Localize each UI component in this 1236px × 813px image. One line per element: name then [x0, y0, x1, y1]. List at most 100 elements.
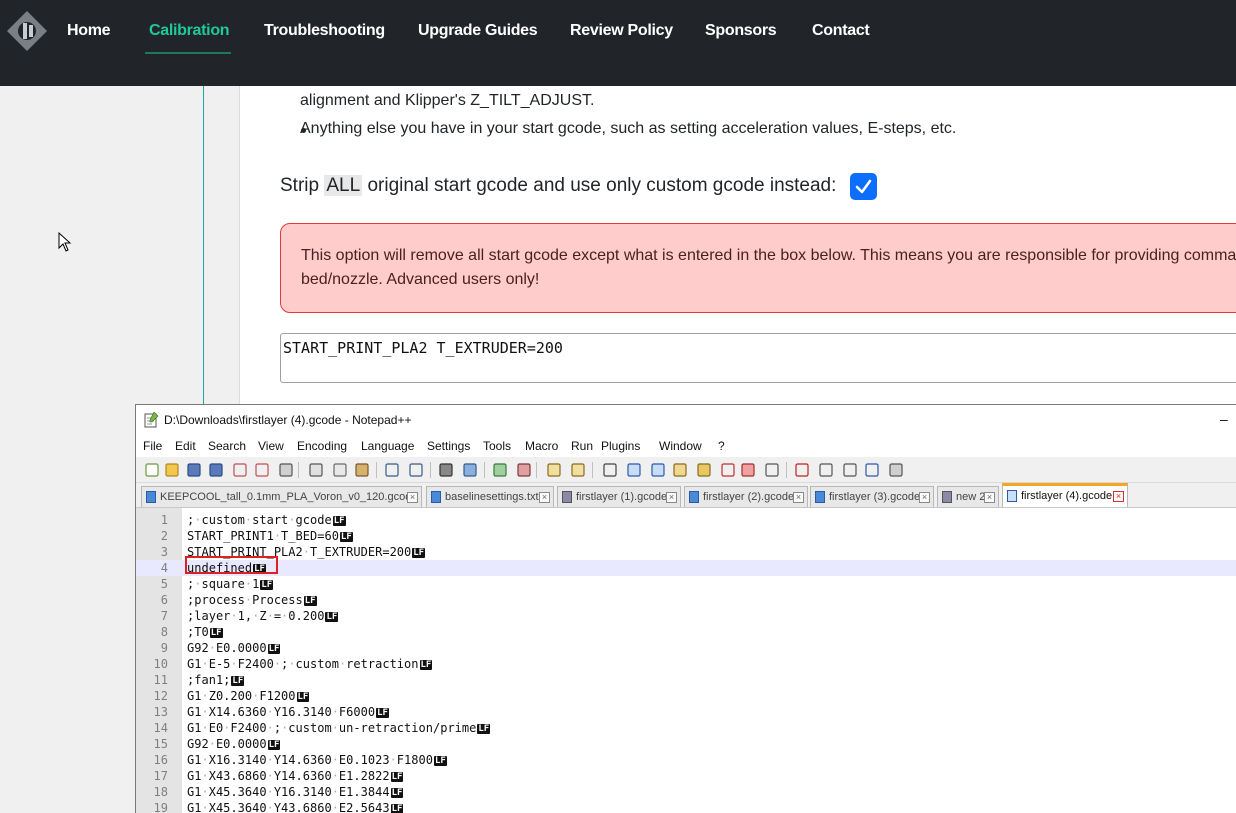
menu-language[interactable]: Language — [361, 439, 414, 453]
save-all-icon[interactable] — [208, 462, 224, 478]
playback-macro-icon[interactable] — [842, 462, 858, 478]
monitoring-icon[interactable] — [764, 462, 780, 478]
line-number: 6 — [160, 593, 168, 607]
close-tab-icon[interactable]: × — [793, 492, 804, 503]
file-tab[interactable]: baselinesettings.txt × — [426, 486, 554, 507]
top-navbar: Home Calibration Troubleshooting Upgrade Gu… — [0, 0, 1236, 86]
npp-window-title: D:\Downloads\firstlayer (4).gcode - Note… — [164, 413, 412, 427]
paste-icon[interactable] — [354, 462, 370, 478]
zoom-in-icon[interactable] — [492, 462, 508, 478]
file-tab[interactable]: firstlayer (3).gcode × — [810, 486, 934, 507]
show-all-chars-icon[interactable] — [626, 462, 642, 478]
nav-sponsors[interactable]: Sponsors — [705, 22, 777, 40]
nav-review-policy[interactable]: Review Policy — [570, 22, 673, 40]
code-line: 15 G92·E0.0000 LF — [136, 736, 1236, 752]
partial-text-line: alignment and Klipper's Z_TILT_ADJUST. — [300, 92, 595, 109]
file-tab[interactable]: firstlayer (2).gcode × — [684, 486, 808, 507]
line-number: 19 — [153, 801, 168, 813]
menu-view[interactable]: View — [258, 439, 284, 453]
function-list-icon[interactable] — [720, 462, 736, 478]
file-tab-label: firstlayer (3).gcode — [829, 491, 921, 503]
file-icon — [815, 491, 825, 503]
strip-all-highlight: ALL — [324, 175, 363, 196]
zoom-out-icon[interactable] — [516, 462, 532, 478]
code-line: 2 START_PRINT1·T_BED=60 LF — [136, 528, 1236, 544]
line-number: 3 — [160, 545, 168, 559]
npp-menubar: File Edit Search View Encoding Language Settin… — [136, 435, 1236, 457]
udl-icon[interactable] — [672, 462, 688, 478]
record-macro-icon[interactable] — [794, 462, 810, 478]
close-all-icon[interactable] — [254, 462, 270, 478]
nav-calibration[interactable]: Calibration — [149, 22, 230, 40]
line-number: 11 — [153, 673, 168, 687]
open-file-icon[interactable] — [164, 462, 180, 478]
replace-icon[interactable] — [462, 462, 478, 478]
minimize-button[interactable]: – — [1220, 411, 1228, 427]
menu-help[interactable]: ? — [718, 439, 725, 453]
active-nav-underline — [145, 52, 231, 54]
print-icon[interactable] — [278, 462, 294, 478]
code-text: G1·E0·F2400·;·custom·un-retraction/prime… — [187, 721, 491, 735]
line-number: 4 — [160, 561, 168, 575]
folder-as-workspace-icon[interactable] — [740, 462, 756, 478]
file-tab[interactable]: new 2 × — [937, 486, 999, 507]
menu-search[interactable]: Search — [208, 439, 246, 453]
close-tab-icon[interactable]: × — [919, 492, 930, 503]
close-tab-icon[interactable]: × — [407, 492, 418, 503]
code-text: G1·X45.3640·Y43.6860·E2.5643 LF — [187, 801, 404, 813]
sync-vertical-icon[interactable] — [546, 462, 562, 478]
close-file-icon[interactable] — [232, 462, 248, 478]
close-tab-icon[interactable]: × — [539, 492, 550, 503]
stop-record-icon[interactable] — [818, 462, 834, 478]
nav-troubleshooting[interactable]: Troubleshooting — [264, 22, 385, 40]
file-tab[interactable]: KEEPCOOL_tall_0.1mm_PLA_Voron_v0_120.gco… — [141, 486, 422, 507]
save-icon[interactable] — [186, 462, 202, 478]
copy-icon[interactable] — [332, 462, 348, 478]
site-logo-icon[interactable] — [6, 10, 48, 52]
line-number: 17 — [153, 769, 168, 783]
word-wrap-icon[interactable] — [602, 462, 618, 478]
menu-encoding[interactable]: Encoding — [297, 439, 347, 453]
code-line: 9 G92·E0.0000 LF — [136, 640, 1236, 656]
cut-icon[interactable] — [308, 462, 324, 478]
sync-horizontal-icon[interactable] — [570, 462, 586, 478]
file-icon — [942, 491, 952, 503]
menu-macro[interactable]: Macro — [525, 439, 558, 453]
npp-tabbar: KEEPCOOL_tall_0.1mm_PLA_Voron_v0_120.gco… — [136, 483, 1236, 507]
menu-run[interactable]: Run — [571, 439, 593, 453]
npp-editor[interactable]: 1 ;·custom·start·gcode LF 2 START_PRINT1·T_B… — [136, 507, 1236, 813]
code-text: G1·X43.6860·Y14.6360·E1.2822 LF — [187, 769, 404, 783]
menu-tools[interactable]: Tools — [483, 439, 511, 453]
run-macro-multiple-icon[interactable] — [864, 462, 880, 478]
line-number: 16 — [153, 753, 168, 767]
line-number: 14 — [153, 721, 168, 735]
menu-plugins[interactable]: Plugins — [601, 439, 640, 453]
close-tab-icon[interactable]: × — [1113, 491, 1124, 502]
toolbar-separator — [536, 462, 537, 478]
alert-text-line2: bed/nozzle. Advanced users only! — [301, 271, 540, 288]
menu-settings[interactable]: Settings — [427, 439, 470, 453]
menu-edit[interactable]: Edit — [175, 439, 196, 453]
eol-marker: LF — [477, 724, 491, 734]
menu-window[interactable]: Window — [659, 439, 702, 453]
file-tab[interactable]: firstlayer (1).gcode × — [557, 486, 681, 507]
close-tab-icon[interactable]: × — [666, 492, 677, 503]
redo-icon[interactable] — [408, 462, 424, 478]
strip-gcode-checkbox[interactable] — [850, 173, 877, 200]
close-tab-icon[interactable]: × — [984, 492, 995, 503]
eol-marker: LF — [390, 804, 404, 813]
doc-map-icon[interactable] — [696, 462, 712, 478]
custom-gcode-textarea[interactable]: START_PRINT_PLA2 T_EXTRUDER=200 — [280, 333, 1236, 383]
new-file-icon[interactable] — [144, 462, 160, 478]
menu-file[interactable]: File — [143, 439, 162, 453]
toolbar-separator — [786, 462, 787, 478]
nav-home[interactable]: Home — [67, 22, 111, 40]
save-macro-icon[interactable] — [888, 462, 904, 478]
find-icon[interactable] — [438, 462, 454, 478]
undo-icon[interactable] — [384, 462, 400, 478]
eol-marker: LF — [267, 644, 281, 654]
nav-upgrade-guides[interactable]: Upgrade Guides — [418, 22, 538, 40]
file-tab[interactable]: firstlayer (4).gcode × — [1002, 483, 1128, 507]
indent-guide-icon[interactable] — [650, 462, 666, 478]
nav-contact[interactable]: Contact — [812, 22, 870, 40]
